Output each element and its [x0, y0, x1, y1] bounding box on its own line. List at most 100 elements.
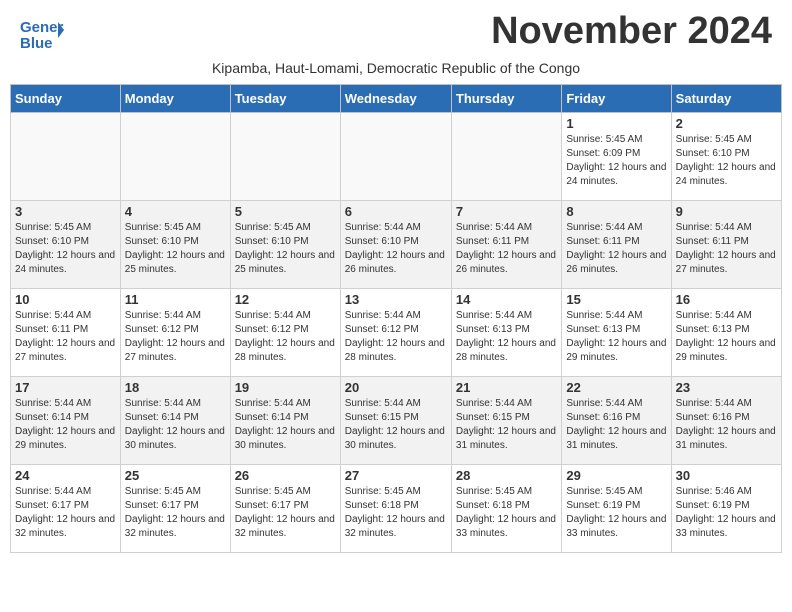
day-number: 17 [15, 380, 116, 395]
calendar-table: SundayMondayTuesdayWednesdayThursdayFrid… [10, 84, 782, 553]
day-info: Sunrise: 5:46 AM Sunset: 6:19 PM Dayligh… [676, 485, 777, 541]
calendar-cell [11, 113, 121, 201]
day-number: 28 [456, 468, 557, 483]
day-info: Sunrise: 5:45 AM Sunset: 6:18 PM Dayligh… [345, 485, 447, 541]
calendar-cell: 23Sunrise: 5:44 AM Sunset: 6:16 PM Dayli… [671, 377, 781, 465]
day-info: Sunrise: 5:45 AM Sunset: 6:17 PM Dayligh… [235, 485, 336, 541]
svg-text:General: General [20, 19, 64, 36]
day-number: 7 [456, 204, 557, 219]
day-info: Sunrise: 5:44 AM Sunset: 6:14 PM Dayligh… [15, 397, 116, 453]
logo-icon: General Blue [20, 14, 60, 50]
day-number: 15 [566, 292, 666, 307]
weekday-header-wednesday: Wednesday [340, 85, 451, 113]
calendar-cell: 27 Sunrise: 5:45 AM Sunset: 6:18 PM Dayli… [340, 465, 451, 553]
day-number: 29 [566, 468, 666, 483]
day-info: Sunrise: 5:44 AM Sunset: 6:15 PM Dayligh… [456, 397, 557, 453]
day-number: 20 [345, 380, 447, 395]
calendar-cell: 21 Sunrise: 5:44 AM Sunset: 6:15 PM Dayli… [451, 377, 561, 465]
day-info: Sunrise: 5:44 AM Sunset: 6:16 PM Dayligh… [566, 397, 666, 453]
calendar-cell: 28 Sunrise: 5:45 AM Sunset: 6:18 PM Dayli… [451, 465, 561, 553]
calendar-week-row: 1 Sunrise: 5:45 AM Sunset: 6:09 PM Daylig… [11, 113, 782, 201]
day-info: Sunrise: 5:44 AM Sunset: 6:12 PM Dayligh… [345, 309, 447, 365]
day-info: Sunrise: 5:44 AM Sunset: 6:11 PM Dayligh… [15, 309, 116, 365]
day-info: Sunrise: 5:44 AM Sunset: 6:13 PM Dayligh… [676, 309, 777, 365]
day-info: Sunrise: 5:45 AM Sunset: 6:10 PM Dayligh… [15, 221, 116, 277]
calendar-cell: 20 Sunrise: 5:44 AM Sunset: 6:15 PM Dayli… [340, 377, 451, 465]
calendar-cell: 17 Sunrise: 5:44 AM Sunset: 6:14 PM Dayli… [11, 377, 121, 465]
calendar-cell: 22 Sunrise: 5:44 AM Sunset: 6:16 PM Dayli… [562, 377, 671, 465]
day-number: 10 [15, 292, 116, 307]
calendar-cell: 12Sunrise: 5:44 AM Sunset: 6:12 PM Dayli… [230, 289, 340, 377]
calendar-cell: 18 Sunrise: 5:44 AM Sunset: 6:14 PM Dayli… [120, 377, 230, 465]
header: General Blue November 2024 [0, 0, 792, 58]
day-number: 18 [125, 380, 226, 395]
calendar-cell: 13 Sunrise: 5:44 AM Sunset: 6:12 PM Dayli… [340, 289, 451, 377]
day-info: Sunrise: 5:45 AM Sunset: 6:10 PM Dayligh… [125, 221, 226, 277]
calendar-cell: 4 Sunrise: 5:45 AM Sunset: 6:10 PM Daylig… [120, 201, 230, 289]
day-number: 27 [345, 468, 447, 483]
calendar-cell: 7 Sunrise: 5:44 AM Sunset: 6:11 PM Daylig… [451, 201, 561, 289]
day-number: 19 [235, 380, 336, 395]
day-info: Sunrise: 5:44 AM Sunset: 6:12 PM Dayligh… [125, 309, 226, 365]
day-info: Sunrise: 5:44 AM Sunset: 6:17 PM Dayligh… [15, 485, 116, 541]
day-number: 21 [456, 380, 557, 395]
day-number: 13 [345, 292, 447, 307]
day-info: Sunrise: 5:45 AM Sunset: 6:09 PM Dayligh… [566, 133, 666, 189]
day-number: 23 [676, 380, 777, 395]
calendar-cell: 26Sunrise: 5:45 AM Sunset: 6:17 PM Dayli… [230, 465, 340, 553]
calendar-cell: 5 Sunrise: 5:45 AM Sunset: 6:10 PM Daylig… [230, 201, 340, 289]
calendar-week-row: 10 Sunrise: 5:44 AM Sunset: 6:11 PM Dayli… [11, 289, 782, 377]
day-info: Sunrise: 5:45 AM Sunset: 6:10 PM Dayligh… [676, 133, 777, 189]
day-info: Sunrise: 5:45 AM Sunset: 6:19 PM Dayligh… [566, 485, 666, 541]
day-number: 24 [15, 468, 116, 483]
calendar-cell: 29 Sunrise: 5:45 AM Sunset: 6:19 PM Dayli… [562, 465, 671, 553]
calendar-cell: 10 Sunrise: 5:44 AM Sunset: 6:11 PM Dayli… [11, 289, 121, 377]
calendar-cell: 11 Sunrise: 5:44 AM Sunset: 6:12 PM Dayli… [120, 289, 230, 377]
day-info: Sunrise: 5:45 AM Sunset: 6:10 PM Dayligh… [235, 221, 336, 277]
weekday-header-thursday: Thursday [451, 85, 561, 113]
weekday-header-monday: Monday [120, 85, 230, 113]
calendar-body: 1 Sunrise: 5:45 AM Sunset: 6:09 PM Daylig… [11, 113, 782, 553]
day-info: Sunrise: 5:45 AM Sunset: 6:17 PM Dayligh… [125, 485, 226, 541]
day-number: 4 [125, 204, 226, 219]
day-number: 5 [235, 204, 336, 219]
day-number: 25 [125, 468, 226, 483]
day-number: 6 [345, 204, 447, 219]
day-number: 11 [125, 292, 226, 307]
calendar-cell: 14Sunrise: 5:44 AM Sunset: 6:13 PM Dayli… [451, 289, 561, 377]
calendar-cell: 3 Sunrise: 5:45 AM Sunset: 6:10 PM Daylig… [11, 201, 121, 289]
day-number: 9 [676, 204, 777, 219]
day-number: 2 [676, 116, 777, 131]
calendar-cell: 16 Sunrise: 5:44 AM Sunset: 6:13 PM Dayli… [671, 289, 781, 377]
calendar-cell: 19 Sunrise: 5:44 AM Sunset: 6:14 PM Dayli… [230, 377, 340, 465]
calendar-cell [120, 113, 230, 201]
calendar-cell [230, 113, 340, 201]
day-info: Sunrise: 5:44 AM Sunset: 6:14 PM Dayligh… [235, 397, 336, 453]
day-number: 30 [676, 468, 777, 483]
weekday-header-tuesday: Tuesday [230, 85, 340, 113]
calendar-cell: 8Sunrise: 5:44 AM Sunset: 6:11 PM Daylig… [562, 201, 671, 289]
logo: General Blue [20, 14, 64, 50]
day-info: Sunrise: 5:44 AM Sunset: 6:13 PM Dayligh… [456, 309, 557, 365]
day-info: Sunrise: 5:44 AM Sunset: 6:11 PM Dayligh… [676, 221, 777, 277]
calendar-cell: 30 Sunrise: 5:46 AM Sunset: 6:19 PM Dayli… [671, 465, 781, 553]
calendar-cell: 24 Sunrise: 5:44 AM Sunset: 6:17 PM Dayli… [11, 465, 121, 553]
day-info: Sunrise: 5:44 AM Sunset: 6:11 PM Dayligh… [456, 221, 557, 277]
day-number: 3 [15, 204, 116, 219]
day-number: 8 [566, 204, 666, 219]
day-info: Sunrise: 5:44 AM Sunset: 6:15 PM Dayligh… [345, 397, 447, 453]
calendar-week-row: 3 Sunrise: 5:45 AM Sunset: 6:10 PM Daylig… [11, 201, 782, 289]
day-info: Sunrise: 5:44 AM Sunset: 6:14 PM Dayligh… [125, 397, 226, 453]
calendar-cell: 6 Sunrise: 5:44 AM Sunset: 6:10 PM Daylig… [340, 201, 451, 289]
day-info: Sunrise: 5:45 AM Sunset: 6:18 PM Dayligh… [456, 485, 557, 541]
day-number: 22 [566, 380, 666, 395]
weekday-header-row: SundayMondayTuesdayWednesdayThursdayFrid… [11, 85, 782, 113]
svg-text:Blue: Blue [20, 35, 53, 52]
calendar-cell [451, 113, 561, 201]
calendar-header: SundayMondayTuesdayWednesdayThursdayFrid… [11, 85, 782, 113]
calendar-cell: 25 Sunrise: 5:45 AM Sunset: 6:17 PM Dayli… [120, 465, 230, 553]
day-number: 1 [566, 116, 666, 131]
day-info: Sunrise: 5:44 AM Sunset: 6:10 PM Dayligh… [345, 221, 447, 277]
calendar-cell [340, 113, 451, 201]
day-number: 16 [676, 292, 777, 307]
